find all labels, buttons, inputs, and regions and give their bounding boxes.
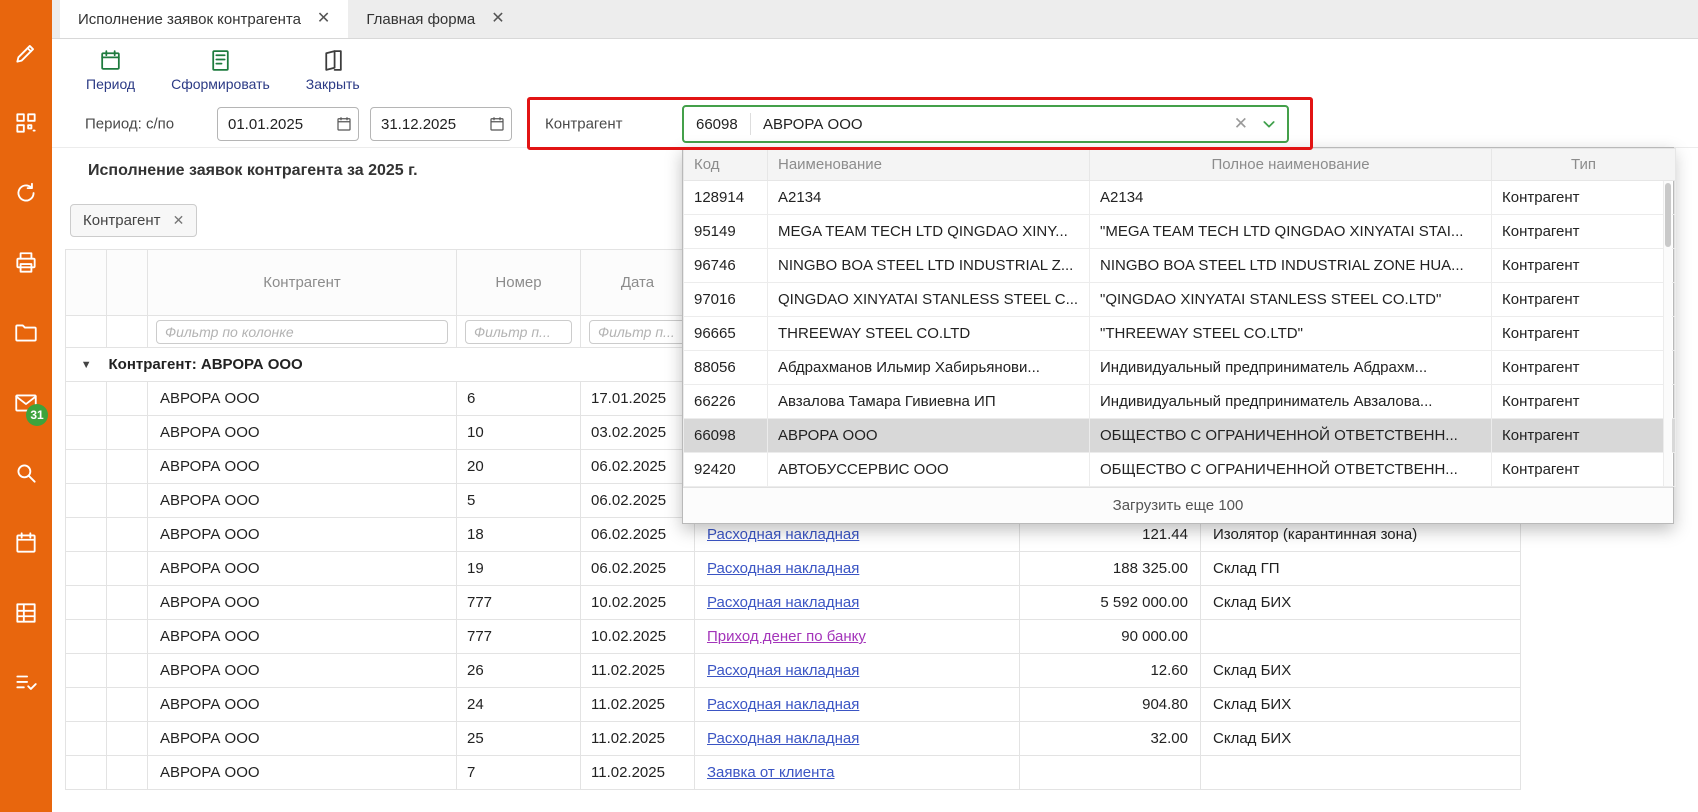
filter-chip-counterparty[interactable]: Контрагент ✕ [70, 204, 197, 237]
document-link[interactable]: Расходная накладная [707, 560, 859, 577]
dropdown-column-full-name: Полное наименование [1090, 149, 1492, 181]
period-button[interactable]: Период [86, 48, 135, 92]
filter-bar: Период: с/по Контрагент 66098 АВРОРА ООО… [52, 100, 1698, 148]
printer-icon[interactable] [13, 250, 39, 276]
dropdown-row[interactable]: 128914 A2134 A2134 Контрагент [684, 181, 1676, 215]
document-link[interactable]: Расходная накладная [707, 526, 859, 543]
counterparty-label: Контрагент [545, 115, 623, 132]
refresh-icon[interactable] [13, 180, 39, 206]
calendar-icon[interactable] [330, 115, 358, 133]
folder-icon[interactable] [13, 320, 39, 346]
date-column-filter-input[interactable] [589, 320, 686, 344]
report-icon [208, 48, 233, 73]
collapse-arrow-icon[interactable]: ▼ [66, 348, 107, 382]
document-link[interactable]: Приход денег по банку [707, 628, 866, 645]
close-report-button-label: Закрыть [306, 76, 360, 92]
tab-main-form-label: Главная форма [366, 11, 475, 28]
counterparty-name-value: АВРОРА ООО [751, 116, 1221, 133]
dropdown-row[interactable]: 88056 Абдрахманов Ильмир Хабирьянови... … [684, 351, 1676, 385]
date-to-input[interactable] [371, 116, 483, 133]
dropdown-row[interactable]: 66226 Авзалова Тамара Гивиевна ИП Индиви… [684, 385, 1676, 419]
toolbar: Период Сформировать Закрыть [52, 39, 1698, 100]
checklist-icon[interactable] [13, 670, 39, 696]
clear-icon[interactable]: ✕ [1221, 114, 1261, 134]
chevron-down-icon[interactable] [1261, 116, 1287, 132]
app-window: 31 Исполнение заявок контрагента ✕ Главн… [0, 0, 1698, 812]
table-row[interactable]: АВРОРА ООО 26 11.02.2025 Расходная накла… [66, 654, 1521, 688]
document-link[interactable]: Расходная накладная [707, 696, 859, 713]
document-link[interactable]: Расходная накладная [707, 730, 859, 747]
exit-door-icon [320, 48, 345, 73]
date-from-field[interactable] [217, 107, 359, 141]
tab-report[interactable]: Исполнение заявок контрагента ✕ [60, 0, 348, 38]
sidebar: 31 [0, 0, 52, 812]
tab-main-form[interactable]: Главная форма ✕ [348, 0, 522, 38]
dropdown-header-row: Код Наименование Полное наименование Тип [684, 149, 1676, 181]
counterparty-combo[interactable]: 66098 АВРОРА ООО ✕ [682, 105, 1289, 143]
filter-chip-label: Контрагент [83, 212, 161, 229]
dropdown-row[interactable]: 92420 АВТОБУССЕРВИС ООО ОБЩЕСТВО С ОГРАН… [684, 453, 1676, 487]
dropdown-row-selected[interactable]: 66098 АВРОРА ООО ОБЩЕСТВО С ОГРАНИЧЕННОЙ… [684, 419, 1676, 453]
calendar-icon[interactable] [483, 115, 511, 133]
dropdown-scrollbar[interactable] [1663, 181, 1672, 486]
column-header-number[interactable]: Номер [457, 250, 581, 316]
close-icon[interactable]: ✕ [491, 11, 504, 27]
mail-icon[interactable]: 31 [13, 390, 39, 416]
mail-badge: 31 [26, 404, 48, 426]
counterparty-column-filter-input[interactable] [156, 320, 448, 344]
dropdown-row[interactable]: 96746 NINGBO BOA STEEL LTD INDUSTRIAL Z.… [684, 249, 1676, 283]
generate-button[interactable]: Сформировать [171, 48, 270, 92]
calendar-icon [98, 48, 123, 73]
generate-button-label: Сформировать [171, 76, 270, 92]
counterparty-code-value: 66098 [684, 116, 750, 133]
table-row[interactable]: АВРОРА ООО 25 11.02.2025 Расходная накла… [66, 722, 1521, 756]
date-from-input[interactable] [218, 116, 330, 133]
number-column-filter-input[interactable] [465, 320, 572, 344]
document-link[interactable]: Заявка от клиента [707, 764, 834, 781]
tab-bar: Исполнение заявок контрагента ✕ Главная … [52, 0, 1698, 39]
dropdown-row[interactable]: 95149 MEGA TEAM TECH LTD QINGDAO XINY...… [684, 215, 1676, 249]
load-more-button[interactable]: Загрузить еще 100 [683, 487, 1673, 523]
dropdown-row[interactable]: 97016 QINGDAO XINYATAI STANLESS STEEL C.… [684, 283, 1676, 317]
table-row[interactable]: АВРОРА ООО 7 11.02.2025 Заявка от клиент… [66, 756, 1521, 790]
document-link[interactable]: Расходная накладная [707, 662, 859, 679]
close-report-button[interactable]: Закрыть [306, 48, 360, 92]
close-icon[interactable]: ✕ [173, 212, 185, 229]
spreadsheet-icon[interactable] [13, 600, 39, 626]
pencil-icon[interactable] [13, 40, 39, 66]
table-row[interactable]: АВРОРА ООО 24 11.02.2025 Расходная накла… [66, 688, 1521, 722]
tab-report-label: Исполнение заявок контрагента [78, 11, 301, 28]
period-button-label: Период [86, 76, 135, 92]
dropdown-column-name: Наименование [768, 149, 1090, 181]
counterparty-dropdown: Код Наименование Полное наименование Тип… [682, 147, 1674, 524]
document-link[interactable]: Расходная накладная [707, 594, 859, 611]
date-to-field[interactable] [370, 107, 512, 141]
table-row[interactable]: АВРОРА ООО 777 10.02.2025 Расходная накл… [66, 586, 1521, 620]
dropdown-column-code: Код [684, 149, 768, 181]
period-range-label: Период: с/по [85, 115, 174, 132]
column-header-counterparty[interactable]: Контрагент [148, 250, 457, 316]
search-icon[interactable] [13, 460, 39, 486]
table-row[interactable]: АВРОРА ООО 777 10.02.2025 Приход денег п… [66, 620, 1521, 654]
calendar-icon[interactable] [13, 530, 39, 556]
dropdown-table: Код Наименование Полное наименование Тип… [683, 148, 1676, 487]
dropdown-row[interactable]: 96665 THREEWAY STEEL CO.LTD "THREEWAY ST… [684, 317, 1676, 351]
close-icon[interactable]: ✕ [317, 11, 330, 27]
table-row[interactable]: АВРОРА ООО 19 06.02.2025 Расходная накла… [66, 552, 1521, 586]
scrollbar-thumb[interactable] [1665, 183, 1671, 247]
column-header-date[interactable]: Дата [581, 250, 695, 316]
dropdown-column-type: Тип [1492, 149, 1676, 181]
qr-code-icon[interactable] [13, 110, 39, 136]
